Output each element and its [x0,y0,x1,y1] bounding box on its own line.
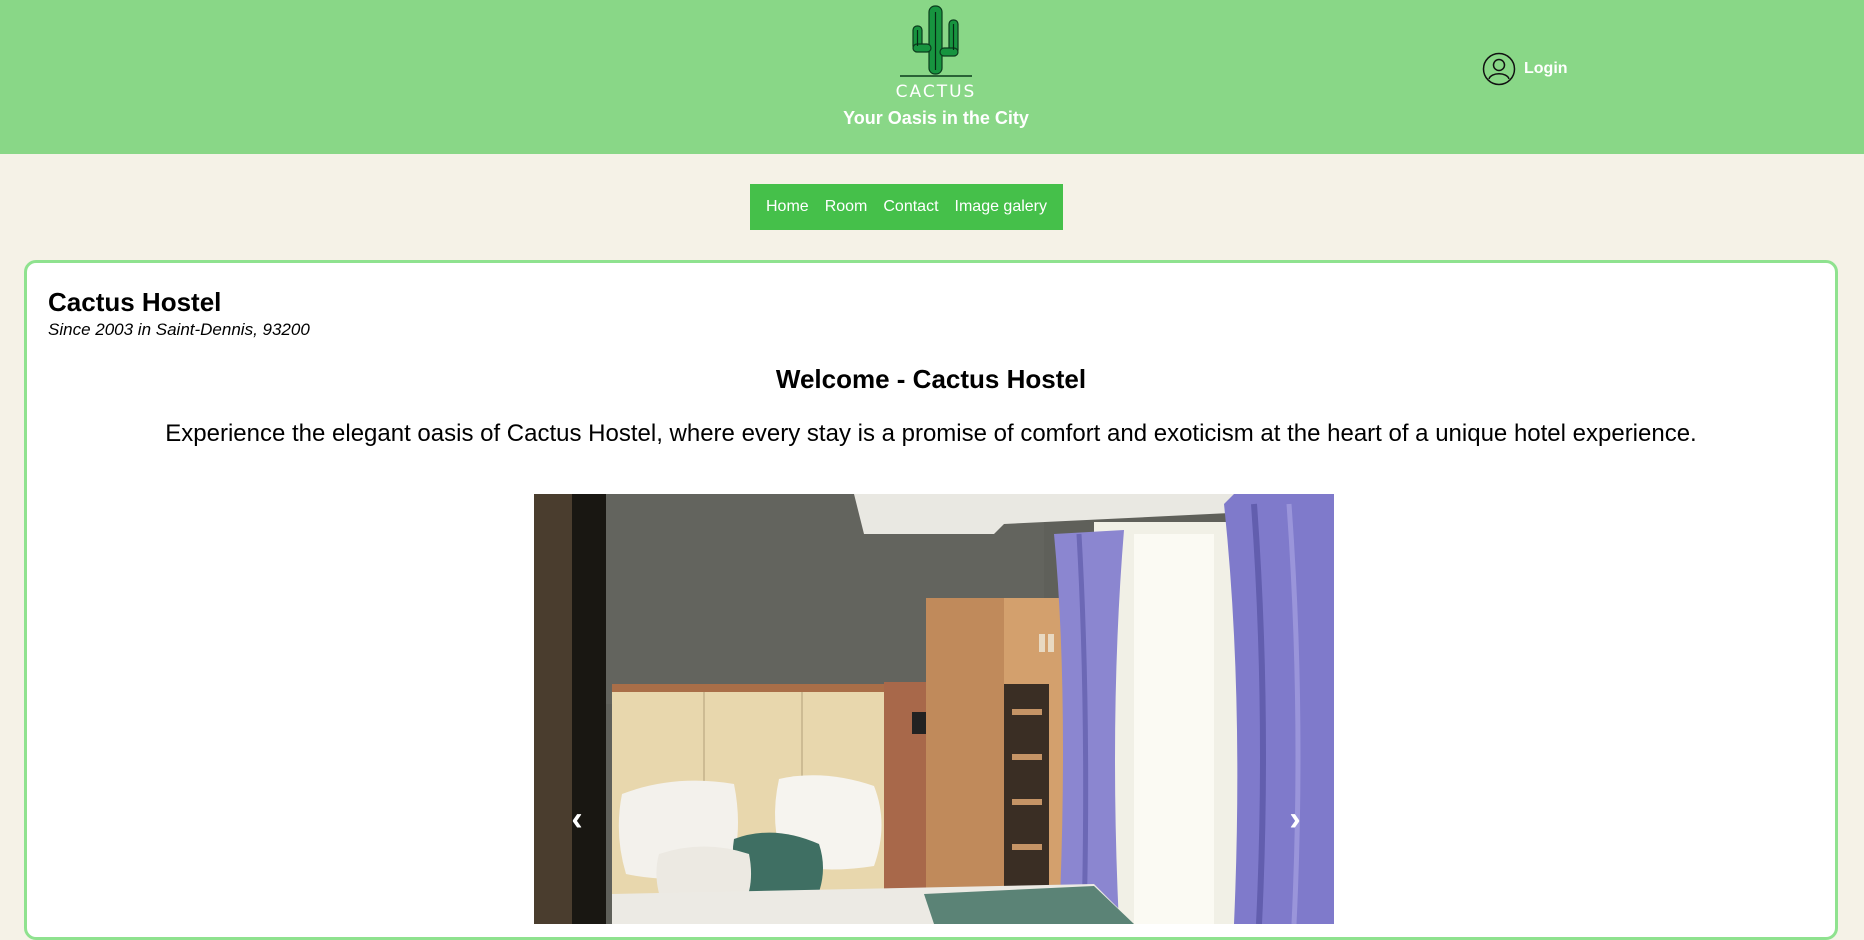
welcome-heading: Welcome - Cactus Hostel [775,364,1087,394]
site-tagline: Your Oasis in the City [843,108,1029,128]
image-carousel[interactable]: ‹ › [534,494,1334,924]
login-button[interactable]: Login [1482,51,1568,87]
intro-text: Experience the elegant oasis of Cactus H… [165,420,1697,447]
user-icon [1482,52,1516,86]
carousel-next-button[interactable]: › [1275,799,1315,839]
nav-item-room[interactable]: Room [817,184,876,230]
content-card: Cactus Hostel Since 2003 in Saint-Dennis… [24,260,1838,940]
main-nav: Home Room Contact Image galery [750,184,1064,230]
carousel-prev-button[interactable]: ‹ [557,799,597,839]
nav-item-image-galery[interactable]: Image galery [947,184,1056,230]
brand-wordmark: CACTUS [895,82,977,102]
hotel-room-photo [534,494,1334,924]
site-header: CACTUS Your Oasis in the City Login [0,0,1864,154]
nav-item-home[interactable]: Home [758,184,817,230]
hostel-subtitle: Since 2003 in Saint-Dennis, 93200 [48,320,310,339]
nav-item-contact[interactable]: Contact [875,184,946,230]
cactus-icon [900,5,972,77]
cactus-logo[interactable]: CACTUS [885,4,987,102]
login-label: Login [1524,60,1568,77]
hostel-title: Cactus Hostel [48,287,222,317]
